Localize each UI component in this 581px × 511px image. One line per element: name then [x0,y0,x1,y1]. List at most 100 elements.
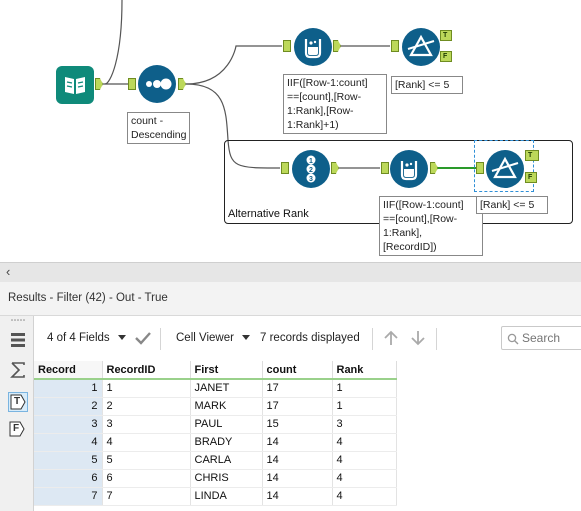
svg-text:1: 1 [309,158,313,165]
column-header-recordid[interactable]: RecordID [102,361,191,380]
table-cell[interactable]: PAUL [190,415,263,434]
wire-incoming [104,0,123,85]
filter-tool-bottom[interactable] [486,150,524,188]
table-cell[interactable]: CHRIS [190,469,263,488]
table-row[interactable]: 6 6 CHRIS 14 4 [34,469,397,488]
records-count: 7 records displayed [260,332,360,344]
alteryx-designer-window: count - Descending IIF([Row-1:count] ==[… [0,0,581,511]
results-side-toolbar: T F [0,316,34,511]
table-row[interactable]: 4 4 BRADY 14 4 [34,433,397,452]
filter-bottom-false-anchor[interactable]: F [525,172,537,183]
table-cell[interactable]: 14 [262,433,333,452]
filter-top-true-anchor[interactable]: T [440,30,452,41]
fields-selector[interactable]: 4 of 4 Fields [47,332,110,344]
wire-sort-to-formula-top [185,45,282,85]
table-row[interactable]: 7 7 LINDA 14 4 [34,487,397,506]
column-header-first[interactable]: First [190,361,263,380]
formula-bottom-input-anchor[interactable] [381,162,389,174]
input-data-tool[interactable] [56,66,94,104]
results-header: Results - Filter (42) - Out - True [0,282,581,316]
table-cell[interactable]: 7 [102,487,191,506]
sort-input-anchor[interactable] [128,78,136,90]
table-cell[interactable]: 1 [102,379,191,398]
table-cell[interactable]: BRADY [190,433,263,452]
table-cell[interactable]: 4 [332,487,397,506]
filter-tool-top[interactable] [402,28,440,66]
table-cell[interactable]: CARLA [190,451,263,470]
list-view-icon[interactable] [8,330,28,350]
workflow-canvas[interactable]: count - Descending IIF([Row-1:count] ==[… [0,0,581,262]
filter-top-annotation: [Rank] <= 5 [391,76,463,94]
chevron-left-icon[interactable]: ‹ [6,264,10,279]
table-cell[interactable]: 1 [332,379,397,398]
results-title: Results - Filter (42) - Out - True [8,292,168,304]
fields-dropdown-caret-icon[interactable] [118,335,126,340]
table-cell[interactable]: JANET [190,379,263,398]
table-cell[interactable]: 14 [262,487,333,506]
formula-top-input-anchor[interactable] [283,40,291,52]
table-row[interactable]: 5 5 CARLA 14 4 [34,451,397,470]
table-cell[interactable]: 2 [102,397,191,416]
panel-splitter[interactable]: ‹ [0,262,581,282]
table-cell[interactable]: 14 [262,451,333,470]
column-header-rank[interactable]: Rank [332,361,397,380]
table-cell[interactable]: 5 [102,451,191,470]
cell-viewer-selector[interactable]: Cell Viewer [176,332,234,344]
multi-row-formula-tool-top[interactable] [294,28,332,66]
table-row[interactable]: 3 3 PAUL 15 3 [34,415,397,434]
arrow-down-icon[interactable] [410,330,426,346]
sort-tool[interactable] [138,65,176,103]
results-table[interactable]: Record RecordID First count Rank 1 1 JAN… [34,361,397,506]
table-cell[interactable]: 14 [262,469,333,488]
table-cell[interactable]: 3 [102,415,191,434]
table-cell[interactable]: LINDA [190,487,263,506]
formula-beaker-icon [304,39,322,59]
formula-beaker-icon [400,161,418,181]
record-number-cell: 2 [34,397,103,416]
table-cell[interactable]: 15 [262,415,333,434]
table-cell[interactable]: 6 [102,469,191,488]
arrow-up-icon[interactable] [383,330,399,346]
table-row[interactable]: 2 2 MARK 17 1 [34,397,397,416]
search-icon [507,333,519,345]
table-cell[interactable]: 3 [332,415,397,434]
record-id-tool[interactable]: 1 2 3 [292,150,330,188]
column-header-count[interactable]: count [262,361,333,380]
table-cell[interactable]: 4 [332,433,397,452]
table-cell[interactable]: 17 [262,397,333,416]
table-output-button[interactable]: T [8,392,28,412]
table-cell[interactable]: 17 [262,379,333,398]
formula-top-annotation: IIF([Row-1:count] ==[count],[Row- 1:Rank… [283,74,387,134]
search-input[interactable] [522,330,580,346]
table-cell[interactable]: 1 [332,397,397,416]
record-number-cell: 6 [34,469,103,488]
filter-bottom-input-anchor[interactable] [476,162,484,174]
table-cell[interactable]: 4 [332,451,397,470]
filter-triangle-icon [491,156,519,179]
sort-annotation: count - Descending [127,112,190,144]
column-header-record[interactable]: Record [34,361,103,380]
sum-icon[interactable] [8,360,28,380]
record-number-cell: 3 [34,415,103,434]
search-box[interactable] [501,326,581,350]
filter-bottom-true-anchor[interactable]: T [525,150,539,161]
results-toolbar: 4 of 4 Fields Cell Viewer 7 records disp… [34,318,581,358]
grip-dots-icon [11,319,25,321]
viewer-dropdown-caret-icon[interactable] [242,335,250,340]
svg-text:3: 3 [309,176,313,183]
true-label: T [14,396,21,407]
table-cell[interactable]: 4 [332,469,397,488]
table-cell[interactable]: 4 [102,433,191,452]
checkmark-icon[interactable] [134,330,152,346]
record-number-cell: 1 [34,379,103,398]
filter-bottom-annotation: [Rank] <= 5 [476,196,548,214]
false-output-button[interactable]: F [8,420,28,440]
table-row[interactable]: 1 1 JANET 17 1 [34,379,397,398]
toolbar-divider [160,328,161,350]
filter-top-false-anchor[interactable]: F [440,51,452,62]
filter-top-input-anchor[interactable] [391,40,399,52]
recordid-input-anchor[interactable] [281,162,289,174]
multi-row-formula-tool-bottom[interactable] [390,150,428,188]
filter-triangle-icon [407,34,435,57]
table-cell[interactable]: MARK [190,397,263,416]
